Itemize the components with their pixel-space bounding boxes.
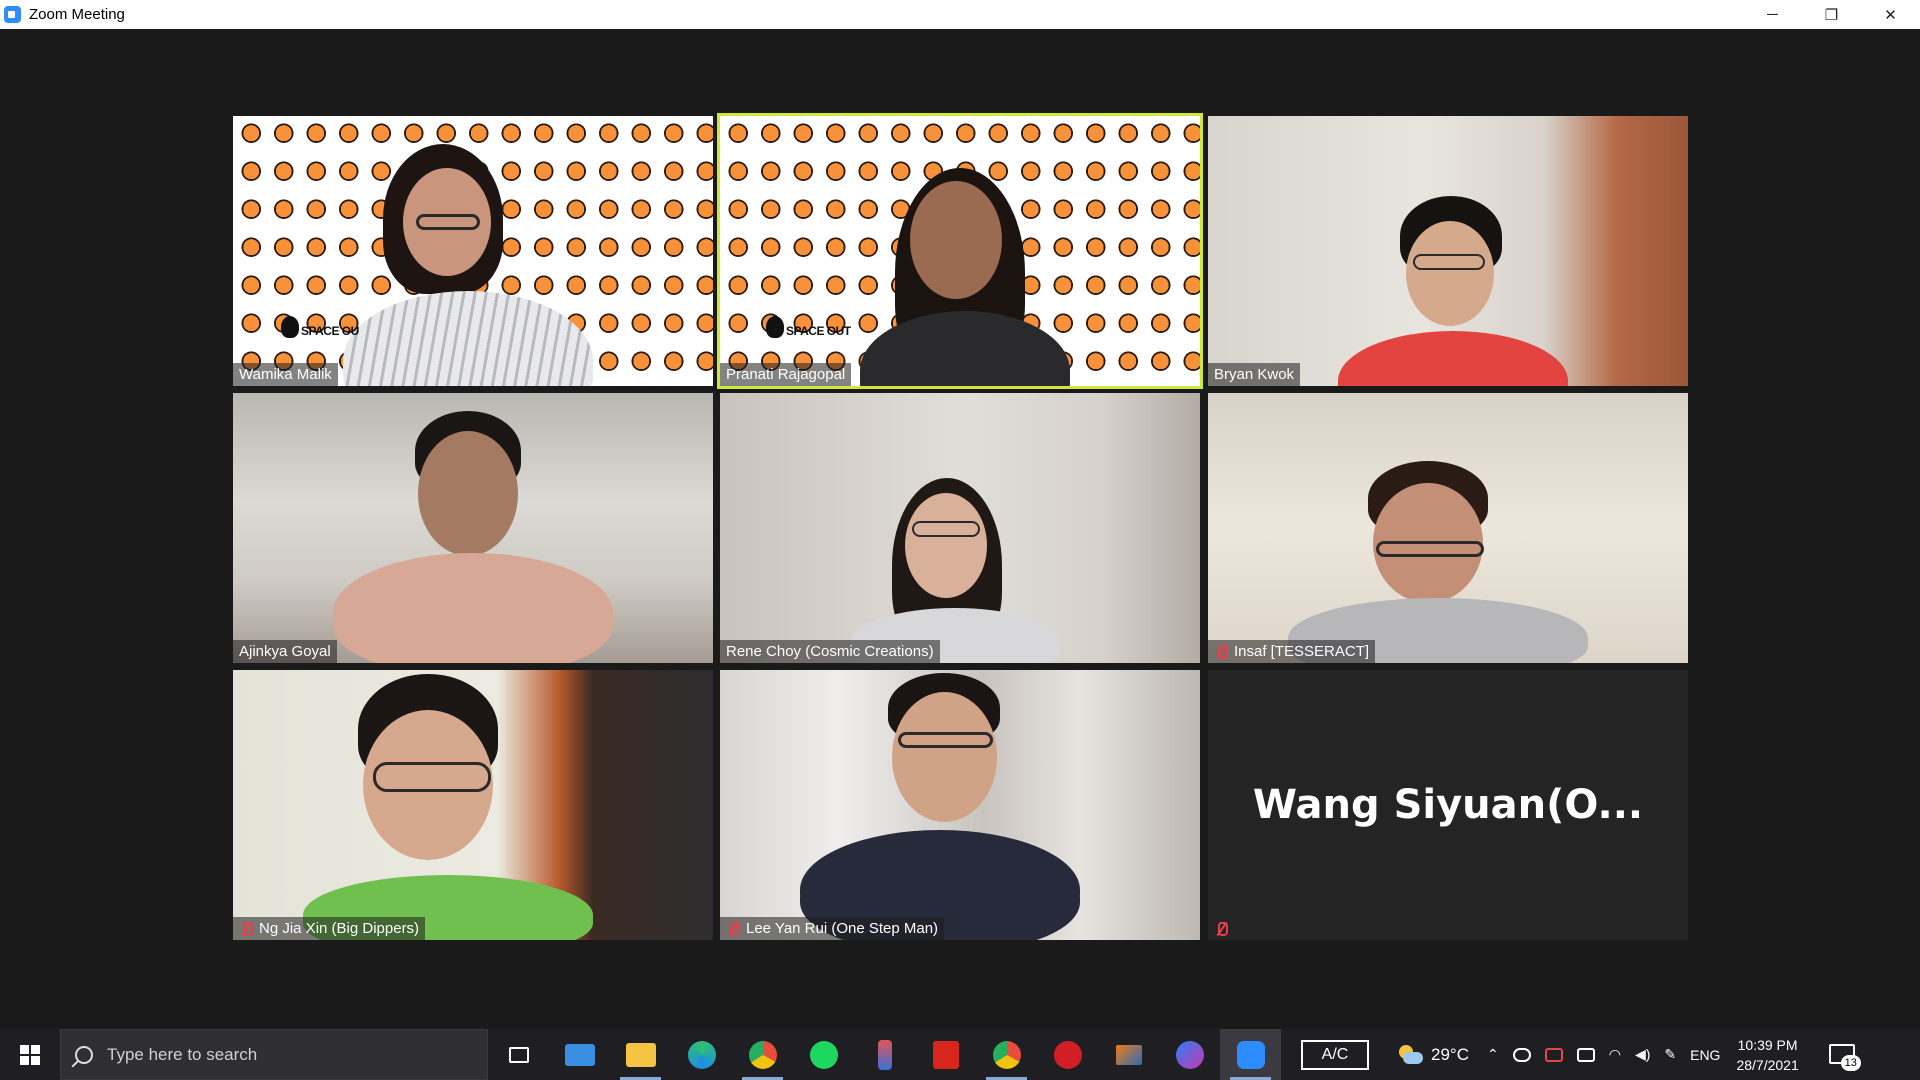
dropbox-icon[interactable]: [1544, 1047, 1563, 1062]
start-button[interactable]: [0, 1029, 60, 1080]
taskbar-clock[interactable]: 10:39 PM 28/7/2021: [1736, 1035, 1798, 1075]
participant-tile-active-speaker[interactable]: SPACE OUT Pranati Rajagopal: [717, 113, 1203, 389]
space-out-logo: SPACE OUT: [766, 316, 851, 338]
participant-tile[interactable]: Rene Choy (Cosmic Creations): [720, 393, 1200, 663]
participant-tile[interactable]: Insaf [TESSERACT]: [1208, 393, 1688, 663]
meeting-gallery: SPACE OU Wamika Malik SPACE OUT Pranati …: [0, 29, 1920, 1029]
wifi-icon[interactable]: ◠: [1609, 1046, 1621, 1063]
battery-icon[interactable]: [1576, 1047, 1595, 1062]
restore-button[interactable]: ❐: [1802, 0, 1861, 29]
participant-name: [1208, 917, 1240, 940]
chrome-icon[interactable]: [732, 1029, 793, 1080]
participant-tile-camera-off[interactable]: Wang Siyuan(O...: [1208, 670, 1688, 940]
close-button[interactable]: ✕: [1861, 0, 1920, 29]
edge-icon[interactable]: [671, 1029, 732, 1080]
muted-mic-icon: [726, 921, 740, 937]
muted-mic-icon: [239, 921, 253, 937]
muted-mic-icon: [1214, 921, 1228, 937]
participant-tile[interactable]: Ajinkya Goyal: [233, 393, 713, 663]
chrome-profile-icon[interactable]: [976, 1029, 1037, 1080]
participant-tile[interactable]: Lee Yan Rui (One Step Man): [720, 670, 1200, 940]
language-indicator[interactable]: ENG: [1690, 1047, 1720, 1063]
participant-name: Lee Yan Rui (One Step Man): [720, 917, 945, 940]
system-tray: ⌃ ◠ ◀) ✎ ENG: [1487, 1046, 1720, 1063]
zoom-icon[interactable]: [1220, 1029, 1281, 1080]
acrobat-icon[interactable]: [915, 1029, 976, 1080]
participant-name-card: Wang Siyuan(O...: [1208, 670, 1688, 940]
matlab-icon[interactable]: [1098, 1029, 1159, 1080]
chevron-up-icon[interactable]: ⌃: [1487, 1046, 1499, 1063]
messenger-icon[interactable]: [1159, 1029, 1220, 1080]
taskbar-search-box[interactable]: Type here to search: [60, 1029, 488, 1080]
mail-icon[interactable]: [549, 1029, 610, 1080]
space-out-logo: SPACE OU: [281, 316, 359, 338]
participant-name: Ng Jia Xin (Big Dippers): [233, 917, 426, 940]
minimize-button[interactable]: ─: [1743, 0, 1802, 29]
ac-indicator[interactable]: A/C: [1301, 1039, 1369, 1070]
windows-icon: [20, 1044, 40, 1065]
volume-icon[interactable]: ◀): [1635, 1046, 1650, 1063]
weather-widget[interactable]: 29°C: [1397, 1044, 1469, 1065]
pen-icon[interactable]: ✎: [1664, 1046, 1676, 1063]
window-title: Zoom Meeting: [29, 6, 125, 23]
zoom-app-icon: [4, 6, 21, 23]
window-controls: ─ ❐ ✕: [1743, 0, 1920, 29]
participant-name: Pranati Rajagopal: [720, 363, 852, 386]
task-view-icon[interactable]: [488, 1029, 549, 1080]
weather-temperature: 29°C: [1431, 1044, 1469, 1064]
participant-name: Wamika Malik: [233, 363, 338, 386]
red-app-icon[interactable]: [1037, 1029, 1098, 1080]
participant-tile[interactable]: Ng Jia Xin (Big Dippers): [233, 670, 713, 940]
title-bar: Zoom Meeting ─ ❐ ✕: [0, 0, 1920, 29]
clock-date: 28/7/2021: [1736, 1056, 1799, 1073]
notification-center-icon[interactable]: 13: [1827, 1041, 1861, 1071]
muted-mic-icon: [1214, 644, 1228, 660]
onedrive-icon[interactable]: [1512, 1047, 1531, 1062]
participant-tile[interactable]: SPACE OU Wamika Malik: [233, 116, 713, 386]
search-icon: [75, 1045, 93, 1064]
participant-name: Ajinkya Goyal: [233, 640, 337, 663]
participant-tile[interactable]: Bryan Kwok: [1208, 116, 1688, 386]
participant-name: Rene Choy (Cosmic Creations): [720, 640, 940, 663]
snipping-tool-icon[interactable]: [854, 1029, 915, 1080]
participant-name: Insaf [TESSERACT]: [1208, 640, 1376, 663]
clock-time: 10:39 PM: [1737, 1036, 1798, 1053]
participant-name: Bryan Kwok: [1208, 363, 1301, 386]
taskbar: Type here to search A/C 29°C ⌃ ◠ ◀) ✎ EN…: [0, 1029, 1920, 1080]
spotify-icon[interactable]: [793, 1029, 854, 1080]
partly-cloudy-icon: [1397, 1044, 1423, 1065]
file-explorer-icon[interactable]: [610, 1029, 671, 1080]
notification-count: 13: [1840, 1054, 1861, 1071]
search-placeholder: Type here to search: [107, 1044, 258, 1064]
